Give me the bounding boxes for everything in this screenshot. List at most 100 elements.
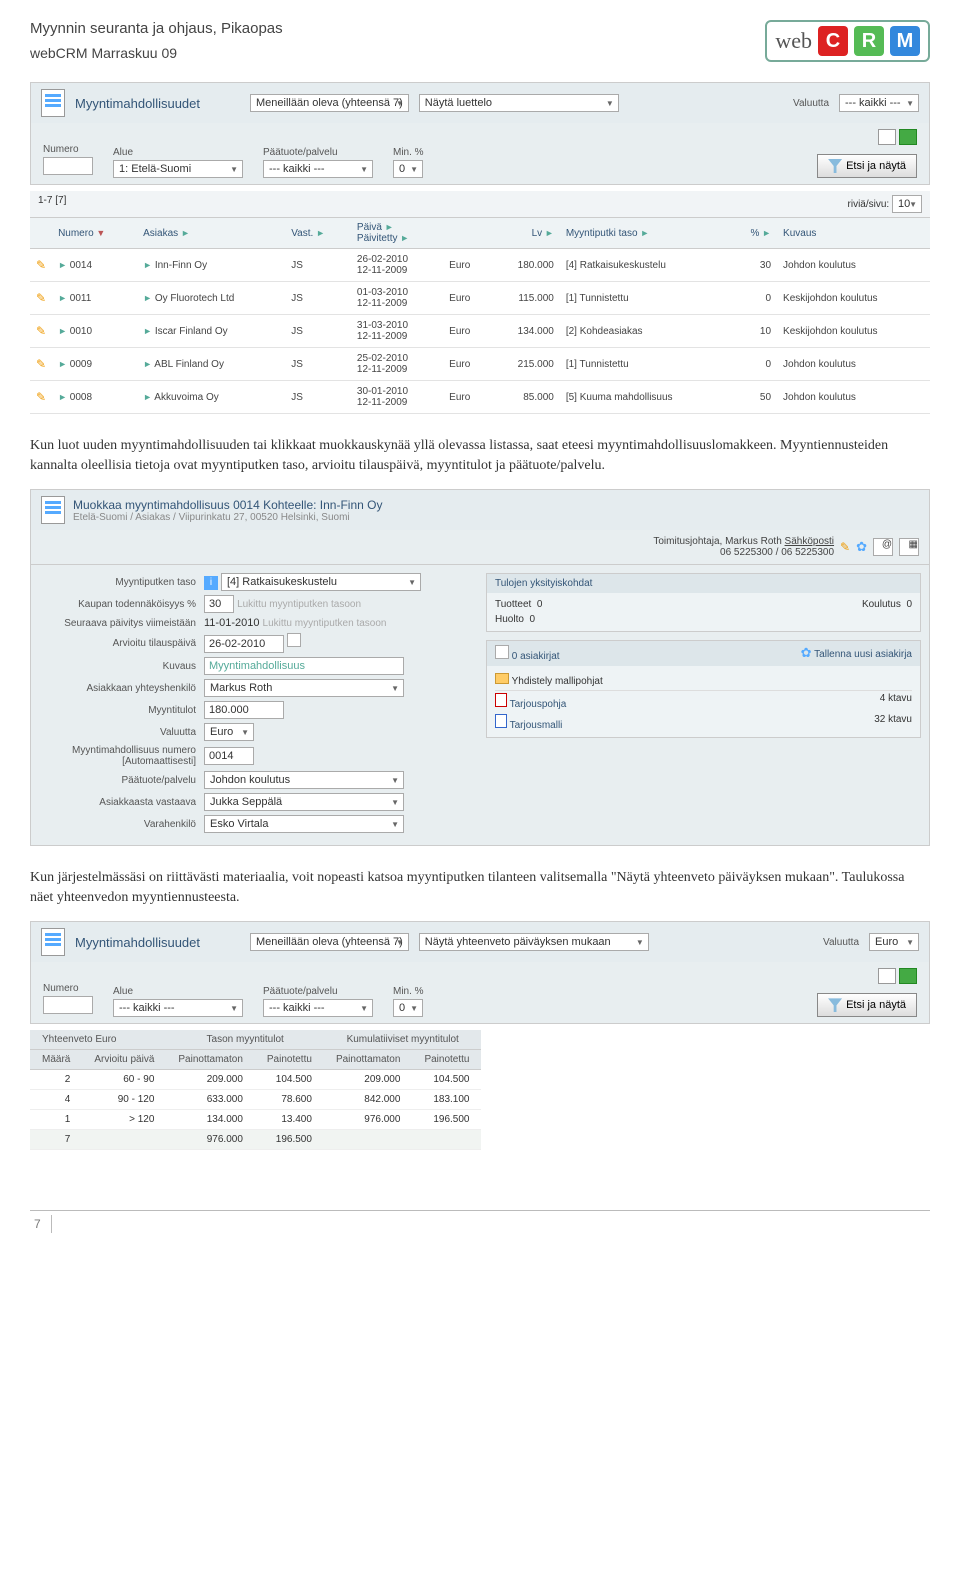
col-paivitetty[interactable]: Päivitetty [357,233,398,244]
col-asiakas[interactable]: Asiakas [143,228,178,239]
edit-row-icon[interactable]: ✎ [36,357,46,371]
search-button-2[interactable]: Etsi ja näytä [817,993,917,1017]
sum-c4: Painotettu [255,1050,324,1070]
currency-select[interactable]: --- kaikki --- [839,94,919,112]
table-row: 490 - 120633.00078.600842.000183.100 [30,1090,481,1110]
view-select-2[interactable]: Näytä yhteenveto päiväyksen mukaan [419,933,649,951]
edit-row-icon[interactable]: ✎ [36,258,46,272]
expand-icon[interactable]: ► [143,293,152,303]
table-row: ✎► 0008► Akkuvoima OyJS30-01-201012-11-2… [30,381,930,414]
currency-label-2: Valuutta [823,937,859,948]
calendar-picker-icon[interactable] [287,633,301,647]
min-select-2[interactable]: 0 [393,999,423,1017]
yht-select[interactable]: Markus Roth [204,679,404,697]
status-select-2[interactable]: Meneillään oleva (yhteensä 7) [250,933,409,951]
num-label: Myyntimahdollisuus numero [Automaattises… [39,745,204,767]
paatuote-select-2[interactable]: --- kaikki --- [263,999,373,1017]
template-2-size: 32 ktavu [874,714,912,731]
save-new-doc-label: Tallenna uusi asiakirja [814,649,912,660]
mail-icon[interactable]: @ [873,538,893,556]
edit-row-icon[interactable]: ✎ [36,390,46,404]
currency-label: Valuutta [793,98,829,109]
min-select[interactable]: 0 [393,160,423,178]
logo: web C R M [765,20,930,62]
contact-name: Toimitusjohtaja, Markus Roth [653,536,781,547]
paiv-locked: Lukittu myyntiputken tasoon [263,618,387,629]
col-vast[interactable]: Vast. [291,228,313,239]
sum-c1: Määrä [30,1050,82,1070]
paa-select[interactable]: Johdon koulutus [204,771,404,789]
vast-label: Asiakkaasta vastaava [39,797,204,808]
vast-select[interactable]: Jukka Seppälä [204,793,404,811]
paiv-label: Seuraava päivitys viimeistään [39,618,204,629]
expand-icon[interactable]: ► [58,326,67,336]
print-icon[interactable] [878,968,896,984]
view-select[interactable]: Näytä luettelo [419,94,619,112]
search-button[interactable]: Etsi ja näytä [817,154,917,178]
col-taso[interactable]: Myyntiputki taso [566,228,638,239]
excel-icon[interactable] [899,968,917,984]
documents-panel: 0 asiakirjat ✿ Tallenna uusi asiakirja Y… [486,640,921,738]
result-count-row: 1-7 [7] riviä/sivu: 10 [30,191,930,218]
save-new-doc-link[interactable]: ✿ Tallenna uusi asiakirja [801,645,912,662]
panel2-title: Myyntimahdollisuudet [75,935,200,950]
val-label: Valuutta [39,727,204,738]
paatuote-select[interactable]: --- kaikki --- [263,160,373,178]
template-1-name: Tarjouspohja [510,699,567,710]
templates-head: Yhdistely mallipohjat [512,676,603,687]
alue-select-2[interactable]: --- kaikki --- [113,999,243,1017]
expand-icon[interactable]: ► [143,392,152,402]
contact-phone: 06 5225300 / 06 5225300 [720,547,834,558]
arv-input[interactable]: 26-02-2010 [204,635,284,653]
toden-input: 30 [204,595,234,613]
col-kuvaus: Kuvaus [783,228,816,239]
expand-icon[interactable]: ► [58,392,67,402]
currency-select-2[interactable]: Euro [869,933,919,951]
numero-input-2[interactable] [43,996,93,1014]
page-header: Myynnin seuranta ja ohjaus, Pikaopas web… [30,20,930,62]
numero-input[interactable] [43,157,93,175]
search-button-2-label: Etsi ja näytä [846,999,906,1011]
paa-label: Päätuote/palvelu [39,775,204,786]
rows-per-page-select[interactable]: 10 [892,195,922,213]
word-icon [495,714,507,728]
status-select[interactable]: Meneillään oleva (yhteensä 7) [250,94,409,112]
edit-subtitle: Etelä-Suomi / Asiakas / Viipurinkatu 27,… [73,512,383,523]
vara-select[interactable]: Esko Virtala [204,815,404,833]
col-lv[interactable]: Lv [532,228,543,239]
val-select[interactable]: Euro [204,723,254,741]
col-pct[interactable]: % [750,228,759,239]
table-row: ✎► 0014► Inn-Finn OyJS26-02-201012-11-20… [30,249,930,282]
alue-select[interactable]: 1: Etelä-Suomi [113,160,243,178]
sum-c2: Arvioitu päivä [82,1050,166,1070]
info-icon[interactable]: i [204,576,218,590]
table-row: 1> 120134.00013.400976.000196.500 [30,1110,481,1130]
tulot-input[interactable]: 180.000 [204,701,284,719]
expand-icon[interactable]: ► [143,260,152,270]
sum-c3: Painottamaton [166,1050,255,1070]
expand-icon[interactable]: ► [143,359,152,369]
contact-email-link[interactable]: Sähköposti [785,536,834,547]
taso-select[interactable]: [4] Ratkaisukeskustelu [221,573,421,591]
huolto-label: Huolto [495,614,524,625]
expand-icon[interactable]: ► [143,326,152,336]
print-icon[interactable] [878,129,896,145]
expand-icon[interactable]: ► [58,260,67,270]
kuv-input[interactable]: Myyntimahdollisuus [204,657,404,675]
expand-icon[interactable]: ► [58,359,67,369]
summary-panel: Myyntimahdollisuudet Meneillään oleva (y… [30,921,930,1024]
edit-row-icon[interactable]: ✎ [36,324,46,338]
calendar-icon[interactable]: ▦ [899,538,919,556]
template-2-name: Tarjousmalli [510,720,563,731]
edit-icon[interactable]: ✎ [840,540,850,554]
template-1[interactable]: Tarjouspohja [495,693,566,710]
excel-icon[interactable] [899,129,917,145]
gear-icon[interactable]: ✿ [856,539,867,555]
funnel-icon [828,159,842,173]
template-2[interactable]: Tarjousmalli [495,714,562,731]
expand-icon[interactable]: ► [58,293,67,303]
col-numero[interactable]: Numero [58,228,94,239]
pdf-icon [495,693,507,707]
col-paiva[interactable]: Päivä [357,222,382,233]
edit-row-icon[interactable]: ✎ [36,291,46,305]
